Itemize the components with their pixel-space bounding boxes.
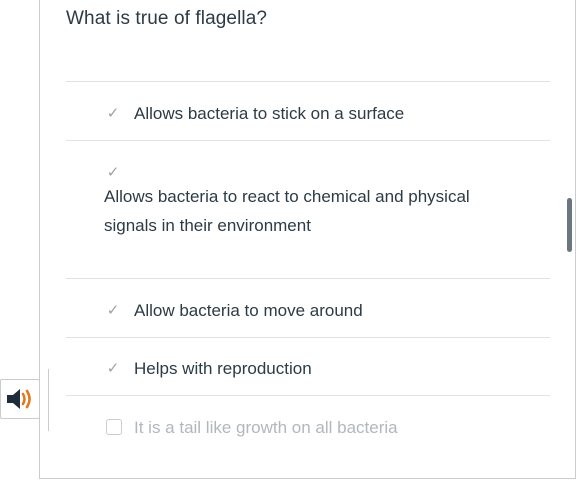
checkbox-empty bbox=[106, 419, 122, 435]
divider bbox=[48, 369, 49, 431]
speaker-icon bbox=[7, 389, 31, 409]
quiz-page: What is true of flagella? ✓ Allows bacte… bbox=[0, 0, 578, 482]
answer-label: Helps with reproduction bbox=[134, 359, 312, 378]
audio-button[interactable] bbox=[0, 379, 40, 419]
check-icon: ✓ bbox=[106, 104, 120, 122]
divider bbox=[66, 81, 550, 82]
divider bbox=[66, 337, 550, 338]
check-icon: ✓ bbox=[106, 163, 120, 181]
answer-label: Allow bacteria to move around bbox=[134, 301, 363, 320]
scrollbar-thumb[interactable] bbox=[567, 198, 572, 252]
divider bbox=[66, 395, 550, 396]
answer-label: Allows bacteria to stick on a surface bbox=[134, 104, 405, 123]
answer-label: Allows bacteria to react to chemical and… bbox=[104, 187, 470, 235]
check-icon: ✓ bbox=[106, 301, 120, 319]
divider bbox=[66, 278, 550, 279]
question-panel: What is true of flagella? ✓ Allows bacte… bbox=[39, 0, 576, 479]
question-text: What is true of flagella? bbox=[66, 8, 268, 29]
check-icon: ✓ bbox=[106, 359, 120, 377]
answer-label: It is a tail like growth on all bacteria bbox=[134, 418, 398, 437]
divider bbox=[66, 140, 550, 141]
